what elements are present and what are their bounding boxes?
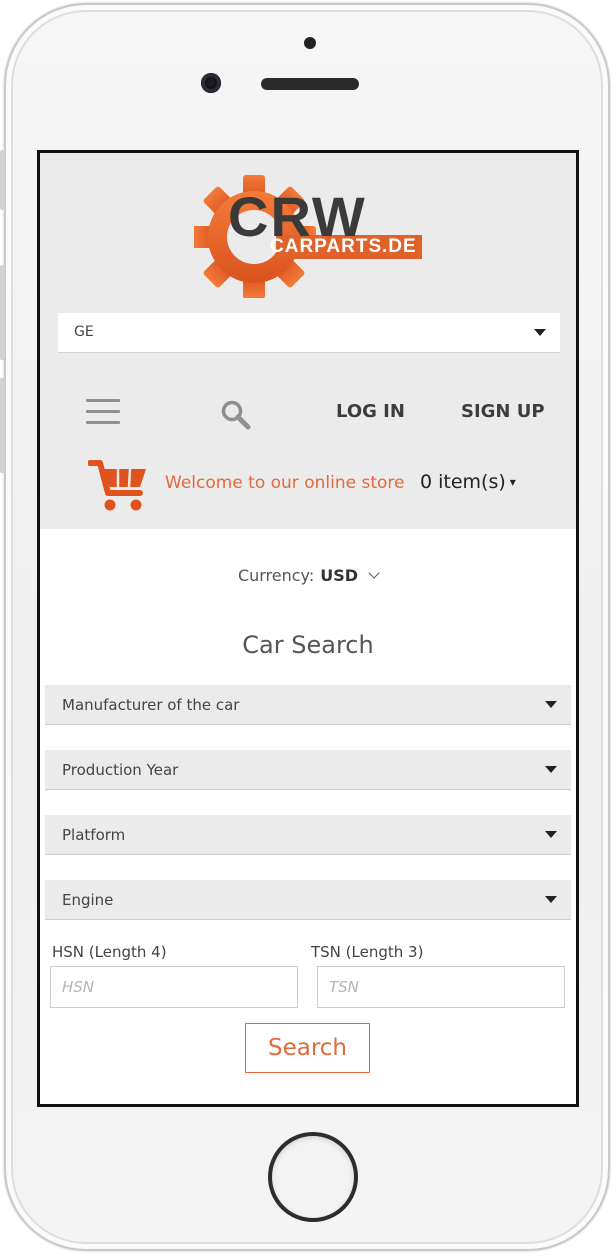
platform-select-label: Platform [62, 826, 126, 844]
hamburger-menu-icon[interactable] [86, 399, 120, 425]
tsn-label: TSN (Length 3) [311, 943, 424, 961]
currency-selector[interactable]: Currency: USD [40, 566, 576, 585]
site-header: CRW CARPARTS .DE GE LOG IN SIGN UP Welco… [40, 153, 576, 529]
cart-items-count: 0 item(s) [420, 471, 506, 493]
search-icon[interactable] [220, 399, 252, 431]
mute-switch [0, 150, 5, 210]
caret-down-icon [545, 831, 557, 838]
cart-items-dropdown[interactable]: 0 item(s) ▾ [420, 471, 516, 493]
car-search-title: Car Search [242, 631, 374, 659]
welcome-message: Welcome to our online store [165, 473, 405, 493]
logo-sub-text: CARPARTS [270, 236, 383, 257]
manufacturer-select-label: Manufacturer of the car [62, 696, 240, 714]
engine-select-label: Engine [62, 891, 114, 909]
chevron-down-icon [368, 567, 380, 579]
front-camera [201, 73, 221, 93]
shopping-cart-icon[interactable] [87, 457, 148, 515]
front-sensor [304, 37, 316, 49]
search-button[interactable]: Search [245, 1023, 370, 1073]
logo-tld-text: .DE [382, 236, 417, 257]
caret-down-icon: ▾ [509, 475, 516, 489]
volume-up-button [0, 265, 5, 360]
engine-select[interactable]: Engine [45, 880, 571, 920]
manufacturer-select[interactable]: Manufacturer of the car [45, 685, 571, 725]
caret-down-icon [545, 766, 557, 773]
screen: CRW CARPARTS .DE GE LOG IN SIGN UP Welco… [37, 150, 579, 1107]
crw-logo[interactable]: CRW CARPARTS .DE [194, 173, 428, 298]
production-year-select[interactable]: Production Year [45, 750, 571, 790]
currency-label: Currency: [237, 566, 315, 585]
tsn-input[interactable] [317, 966, 565, 1008]
volume-down-button [0, 378, 5, 473]
caret-down-icon [534, 329, 546, 336]
hsn-input[interactable] [50, 966, 298, 1008]
language-select-value: GE [74, 324, 94, 340]
production-year-select-label: Production Year [62, 761, 179, 779]
hsn-label: HSN (Length 4) [52, 943, 167, 961]
home-button[interactable] [268, 1132, 358, 1222]
currency-value: USD [320, 566, 359, 585]
language-select[interactable]: GE [58, 313, 560, 353]
caret-down-icon [545, 896, 557, 903]
earpiece-speaker [261, 78, 359, 90]
platform-select[interactable]: Platform [45, 815, 571, 855]
login-link[interactable]: LOG IN [336, 401, 405, 422]
caret-down-icon [545, 701, 557, 708]
signup-link[interactable]: SIGN UP [461, 401, 545, 422]
